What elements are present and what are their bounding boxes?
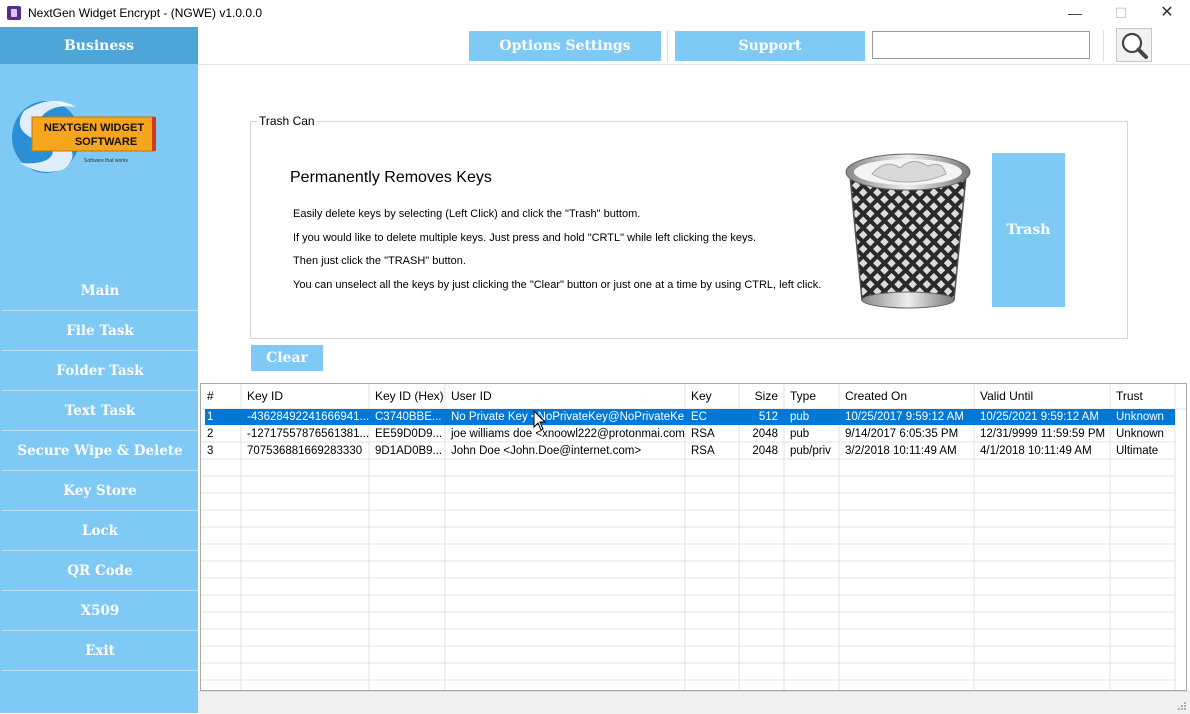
maximize-button[interactable]: ☐ bbox=[1098, 0, 1144, 26]
cell-number: 3 bbox=[207, 445, 214, 457]
cell-valid-until: 10/25/2021 9:59:12 AM bbox=[980, 411, 1099, 423]
trash-instruction-1: Easily delete keys by selecting (Left Cl… bbox=[293, 208, 641, 220]
magnifier-icon bbox=[1121, 32, 1148, 59]
search-input[interactable] bbox=[872, 31, 1090, 59]
cell-size: 2048 bbox=[752, 445, 778, 457]
cell-type: pub bbox=[790, 411, 810, 423]
window-title: NextGen Widget Encrypt - (NGWE) v1.0.0.0 bbox=[28, 6, 263, 20]
cell-key-id: 707536881669283330 bbox=[247, 445, 363, 457]
column-header-user-id[interactable]: User ID bbox=[445, 384, 685, 409]
logo-line1: NEXTGEN WIDGET bbox=[44, 122, 145, 134]
cell-number: 1 bbox=[207, 411, 214, 423]
column-header-number[interactable]: # bbox=[201, 384, 241, 409]
column-header-trust[interactable]: Trust bbox=[1110, 384, 1175, 409]
cell-number: 2 bbox=[207, 428, 214, 440]
toolbar-separator bbox=[667, 30, 668, 62]
column-header-type[interactable]: Type bbox=[784, 384, 839, 409]
cell-key-id: -12717557876561381... bbox=[247, 428, 369, 440]
cell-key-id: -43628492241666941... bbox=[247, 411, 369, 423]
cell-trust: Unknown bbox=[1116, 411, 1164, 423]
sidebar-item-file-task[interactable]: File Task bbox=[2, 311, 198, 351]
cell-key-id-hex: C3740BBE... bbox=[375, 411, 442, 423]
cell-user-id: No Private Key <NoPrivateKey@NoPrivateKe… bbox=[451, 411, 685, 423]
cell-size: 2048 bbox=[752, 428, 778, 440]
sidebar-header-business[interactable]: Business bbox=[0, 27, 198, 64]
close-button[interactable]: ✕ bbox=[1144, 0, 1190, 26]
cell-size: 512 bbox=[758, 411, 778, 423]
column-header-created-on[interactable]: Created On bbox=[839, 384, 974, 409]
sidebar: Business NEXTGEN WIDGET SOFTWARE Softwar… bbox=[0, 27, 198, 713]
column-header-key[interactable]: Key bbox=[685, 384, 739, 409]
trash-can-icon bbox=[845, 153, 971, 309]
keys-grid[interactable]: # Key ID Key ID (Hex) User ID Key Size T… bbox=[200, 383, 1187, 691]
minimize-button[interactable]: — bbox=[1052, 0, 1098, 26]
cell-trust: Unknown bbox=[1116, 428, 1164, 440]
cell-key: EC bbox=[691, 411, 707, 423]
trash-instruction-4: You can unselect all the keys by just cl… bbox=[293, 279, 822, 291]
cell-valid-until: 12/31/9999 11:59:59 PM bbox=[980, 428, 1106, 440]
logo-line2: SOFTWARE bbox=[75, 136, 137, 148]
status-bar bbox=[198, 691, 1190, 714]
nextgen-logo: NEXTGEN WIDGET SOFTWARE Software that wo… bbox=[12, 100, 156, 173]
sidebar-item-secure-wipe[interactable]: Secure Wipe & Delete bbox=[2, 431, 198, 471]
trash-heading: Permanently Removes Keys bbox=[290, 169, 492, 186]
cell-created-on: 9/14/2017 6:05:35 PM bbox=[845, 428, 959, 440]
column-header-size[interactable]: Size bbox=[739, 384, 784, 409]
toolbar-divider bbox=[198, 64, 1190, 65]
cell-type: pub bbox=[790, 428, 810, 440]
column-header-key-id[interactable]: Key ID bbox=[241, 384, 369, 409]
support-button[interactable]: Support bbox=[675, 31, 865, 61]
sidebar-item-lock[interactable]: Lock bbox=[2, 511, 198, 551]
toolbar-separator bbox=[1103, 30, 1104, 62]
trash-button[interactable]: Trash bbox=[992, 153, 1065, 307]
cell-key: RSA bbox=[691, 445, 715, 457]
options-settings-button[interactable]: Options Settings bbox=[469, 31, 661, 61]
cell-valid-until: 4/1/2018 10:11:49 AM bbox=[980, 445, 1092, 457]
cell-key: RSA bbox=[691, 428, 715, 440]
column-header-key-id-hex[interactable]: Key ID (Hex) bbox=[369, 384, 445, 409]
sidebar-item-folder-task[interactable]: Folder Task bbox=[2, 351, 198, 391]
sidebar-item-key-store[interactable]: Key Store bbox=[2, 471, 198, 511]
mouse-cursor-icon bbox=[533, 410, 547, 431]
resize-grip-icon[interactable] bbox=[1176, 700, 1186, 710]
trash-can-group-title: Trash Can bbox=[257, 114, 317, 128]
cell-user-id: joe williams doe <xnoowl222@protonmai.co… bbox=[451, 428, 685, 440]
app-icon bbox=[7, 6, 21, 20]
column-header-valid-until[interactable]: Valid Until bbox=[974, 384, 1110, 409]
clear-button[interactable]: Clear bbox=[251, 345, 323, 371]
cell-created-on: 3/2/2018 10:11:49 AM bbox=[845, 445, 957, 457]
trash-instruction-2: If you would like to delete multiple key… bbox=[293, 232, 757, 244]
sidebar-item-exit[interactable]: Exit bbox=[2, 631, 198, 671]
cell-trust: Ultimate bbox=[1116, 445, 1159, 457]
cell-key-id-hex: EE59D0D9... bbox=[375, 428, 443, 440]
title-bar: NextGen Widget Encrypt - (NGWE) v1.0.0.0… bbox=[0, 0, 1190, 27]
sidebar-item-qr-code[interactable]: QR Code bbox=[2, 551, 198, 591]
trash-instruction-3: Then just click the "TRASH" button. bbox=[293, 255, 466, 267]
cell-key-id-hex: 9D1AD0B9... bbox=[375, 445, 443, 457]
cell-created-on: 10/25/2017 9:59:12 AM bbox=[845, 411, 964, 423]
sidebar-item-text-task[interactable]: Text Task bbox=[2, 391, 198, 431]
logo-tagline: Software that works bbox=[84, 158, 128, 164]
cell-type: pub/priv bbox=[790, 445, 831, 457]
cell-user-id: John Doe <John.Doe@internet.com> bbox=[451, 445, 642, 457]
sidebar-item-main[interactable]: Main bbox=[2, 271, 198, 311]
search-button[interactable] bbox=[1116, 28, 1152, 62]
sidebar-item-x509[interactable]: X509 bbox=[2, 591, 198, 631]
